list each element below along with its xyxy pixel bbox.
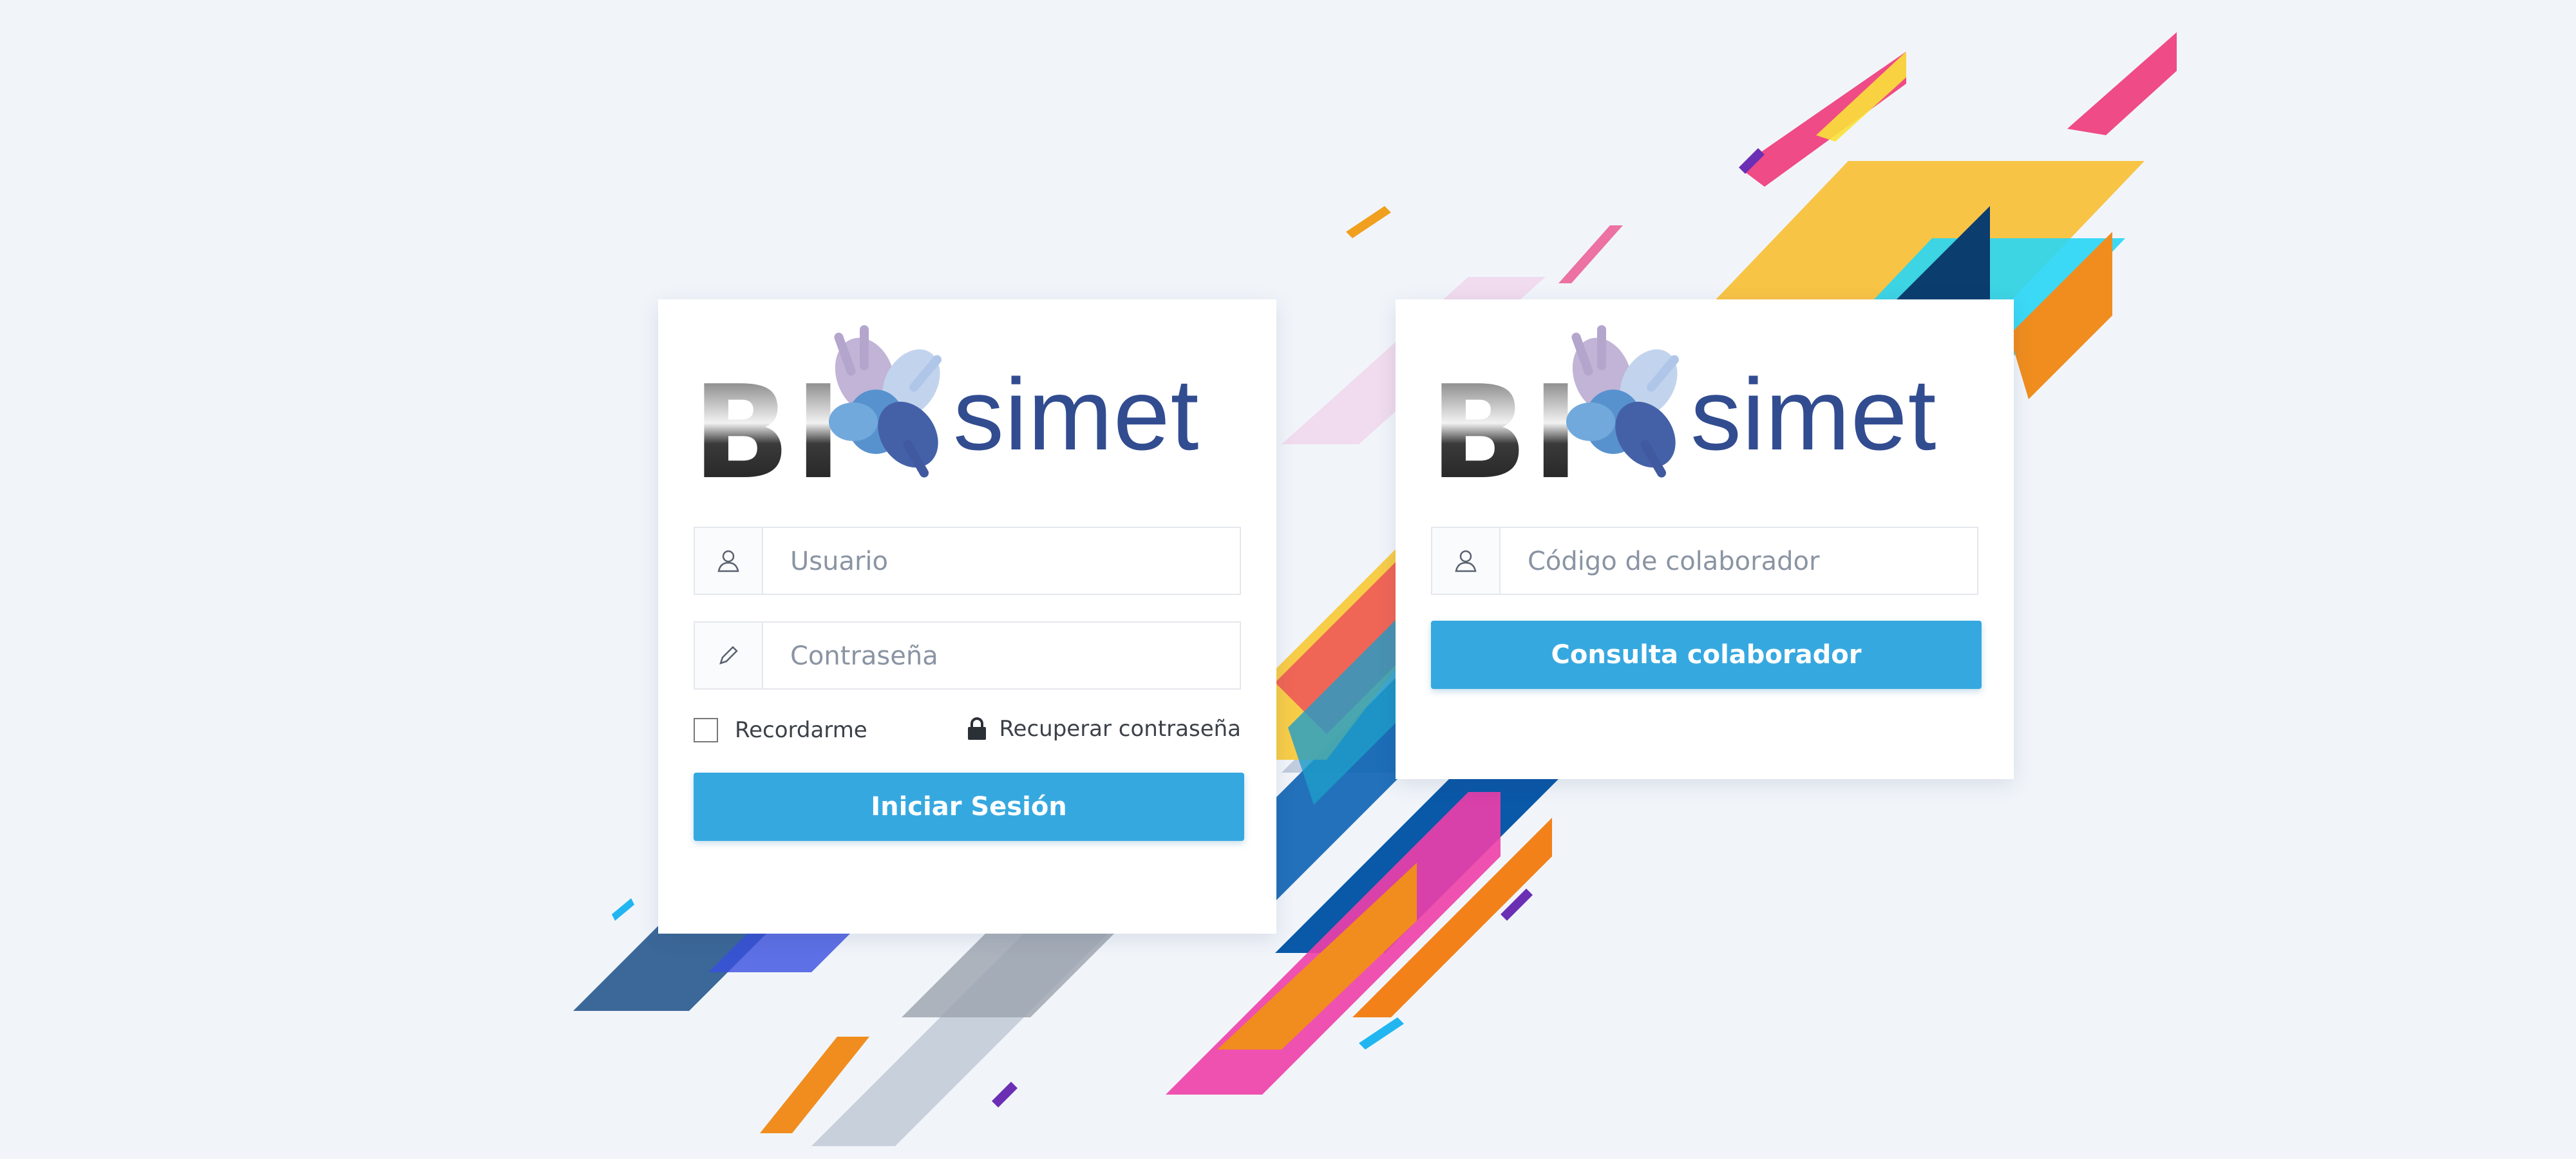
logo-text-simet: simet (1690, 358, 1937, 471)
pencil-icon (695, 623, 763, 688)
remember-me[interactable]: Recordarme (694, 717, 867, 743)
collaborator-code-field (1431, 527, 1980, 595)
recover-password-label: Recuperar contraseña (999, 716, 1241, 742)
biosimet-logo: BI simet (1430, 325, 1984, 498)
username-field (694, 527, 1242, 595)
biosimet-logo: BI simet (692, 325, 1246, 498)
user-icon (1432, 528, 1501, 594)
decorative-background (573, 32, 2177, 1146)
logo-text-simet: simet (953, 358, 1200, 471)
collaborator-code-input[interactable] (1501, 528, 1980, 595)
consult-collaborator-button[interactable]: Consulta colaborador (1431, 621, 1982, 689)
login-card: BI simet Usuario Recordarme Recuperar co… (658, 299, 1276, 934)
hands-logo-icon (1566, 325, 1679, 478)
remember-checkbox[interactable] (694, 718, 718, 742)
remember-label: Recordarme (735, 717, 867, 743)
recover-password-link[interactable]: Recuperar contraseña (967, 716, 1241, 742)
login-button[interactable]: Iniciar Sesión (694, 773, 1244, 841)
collaborator-card: BI simet Consulta colaborador (1396, 299, 2014, 779)
user-icon (695, 528, 763, 594)
username-input[interactable] (763, 528, 1242, 595)
password-field (694, 621, 1242, 690)
lock-icon (968, 717, 987, 740)
hands-logo-icon (829, 325, 942, 478)
password-input[interactable] (763, 623, 1242, 690)
